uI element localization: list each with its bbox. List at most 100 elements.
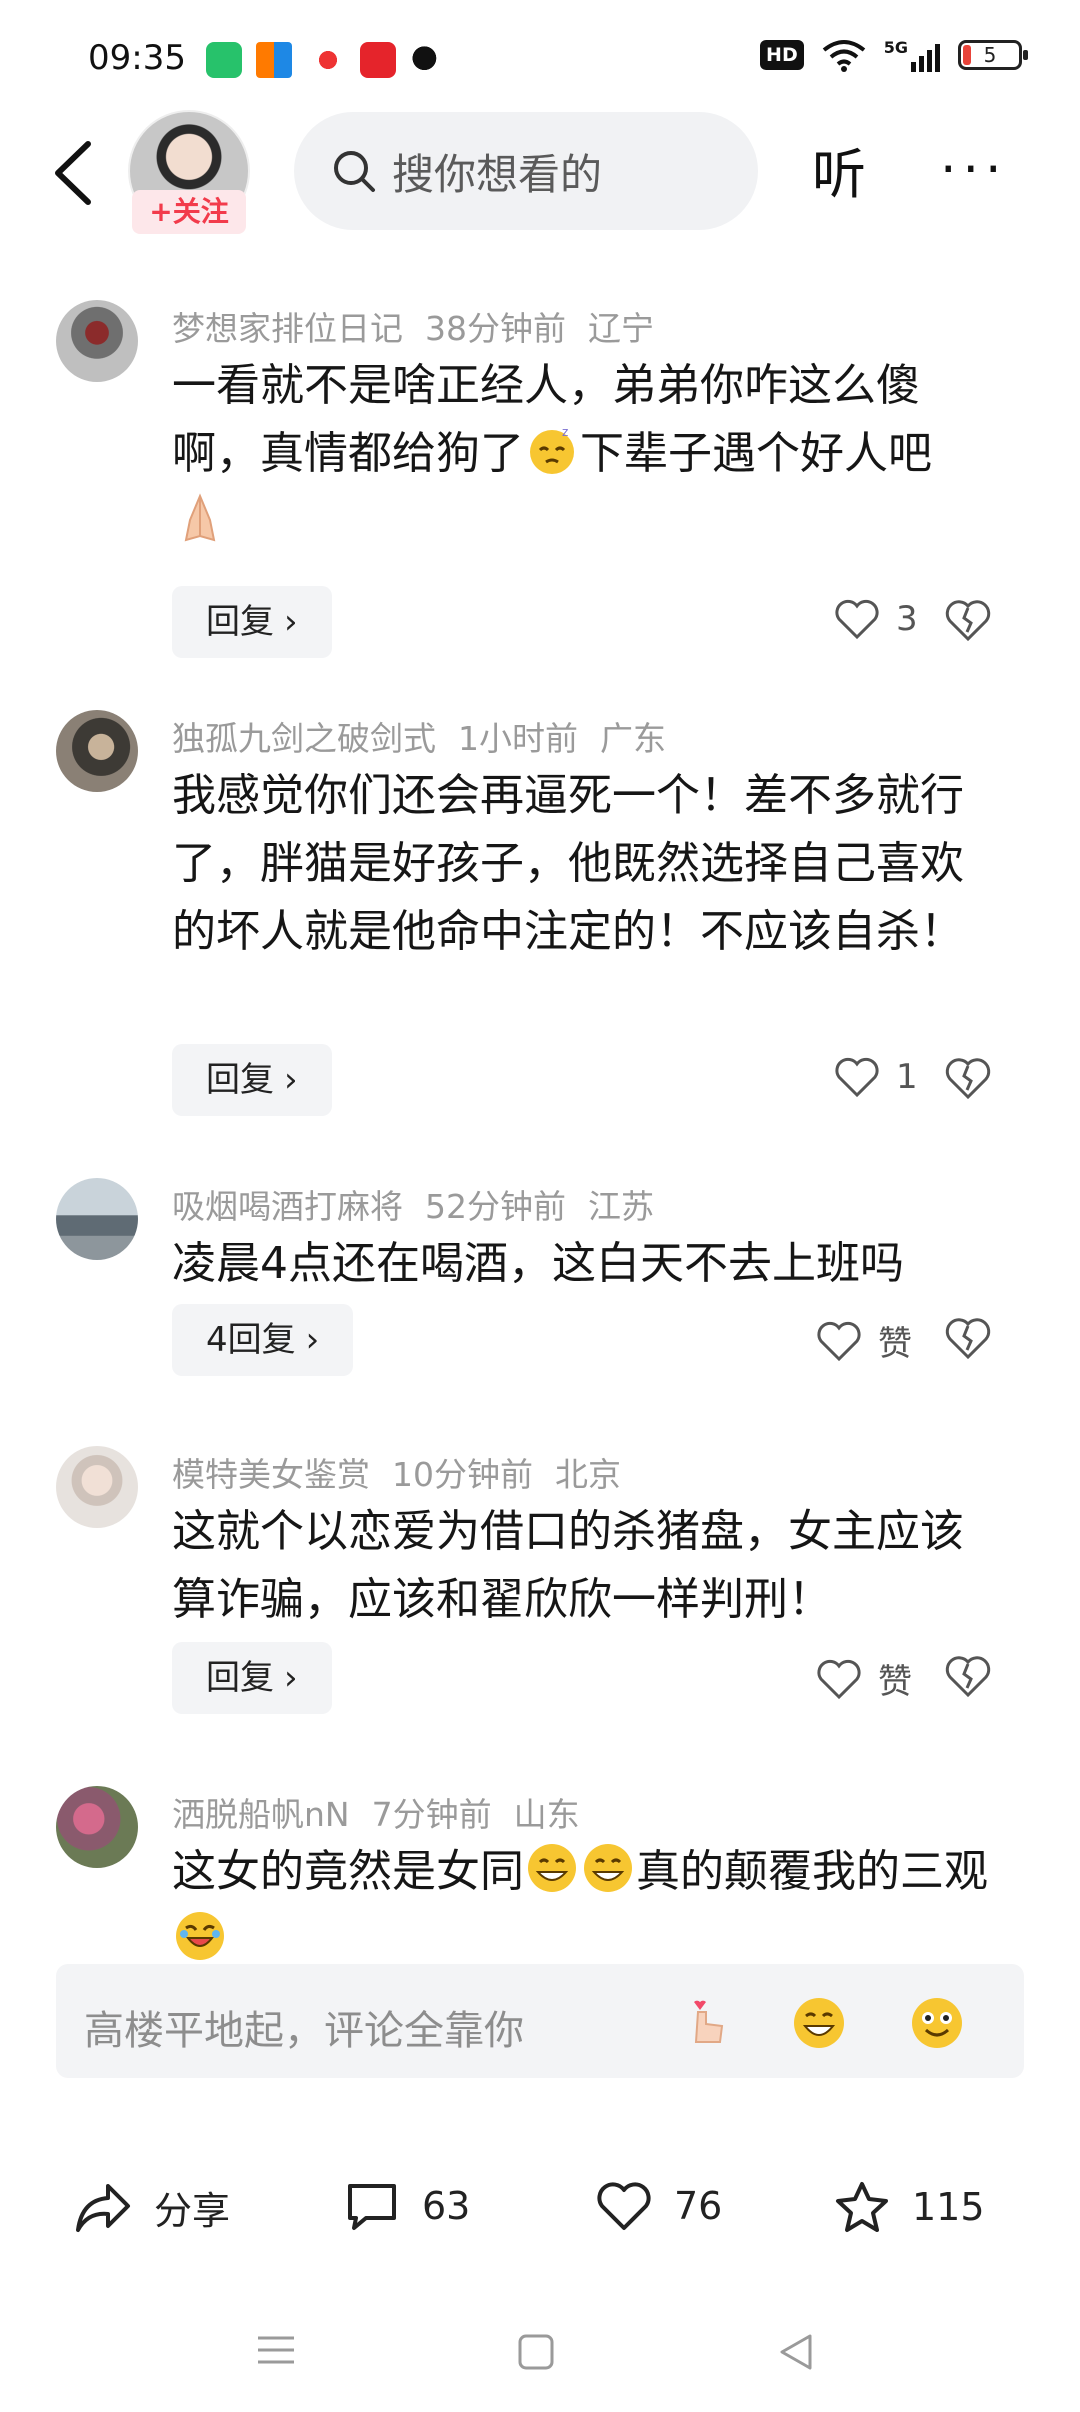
battery-icon: 5 [958, 40, 1028, 70]
like-button[interactable]: 赞 [816, 1316, 912, 1365]
praying-hands-emoji-icon [184, 493, 216, 542]
reply-button[interactable]: 4回复 › [172, 1304, 354, 1376]
chevron-right-icon: › [305, 1320, 320, 1360]
reply-button[interactable]: 回复 › [172, 1642, 332, 1714]
user-avatar[interactable] [56, 1446, 138, 1528]
chevron-right-icon: › [284, 1060, 298, 1100]
comments-button[interactable]: 63 [344, 2180, 470, 2232]
hd-badge: HD [760, 40, 804, 70]
broken-heart-icon[interactable] [944, 1314, 992, 1362]
chevron-right-icon: › [284, 602, 298, 642]
back-arrow-icon[interactable] [48, 140, 98, 206]
broken-heart-icon[interactable] [944, 1652, 992, 1700]
status-time: 09:35 [88, 38, 186, 78]
comment-time: 38分钟前 [425, 309, 566, 348]
reply-label: 回复 [206, 1658, 274, 1698]
reply-label: 4回复 [206, 1320, 296, 1360]
user-avatar[interactable] [56, 1786, 138, 1868]
like-count: 3 [896, 599, 918, 639]
grinning-face-emoji-icon [528, 1844, 576, 1892]
comment-username[interactable]: 吸烟喝酒打麻将 [172, 1187, 403, 1226]
network-label: 5G [883, 38, 908, 57]
reply-label: 回复 [206, 602, 274, 642]
svg-text:z: z [562, 425, 568, 439]
menu-nav-icon[interactable] [256, 2332, 296, 2368]
search-bar[interactable]: 搜你想看的 [294, 112, 758, 230]
battery-level: 5 [983, 43, 997, 67]
reply-button[interactable]: 回复 › [172, 1044, 332, 1116]
comment-text-part: 下辈子遇个好人吧 [580, 428, 932, 479]
comment-input-placeholder: 高楼平地起，评论全靠你 [84, 2008, 524, 2054]
like-count: 赞 [878, 1324, 912, 1364]
comment-input[interactable]: 高楼平地起，评论全靠你 [56, 1964, 1024, 2078]
comment-meta: 洒脱船帆nN 7分钟前 山东 [172, 1788, 602, 1836]
user-avatar[interactable] [56, 1178, 138, 1260]
comment-location: 广东 [600, 719, 666, 758]
user-avatar[interactable] [56, 710, 138, 792]
comment-text: 这女的竟然是女同 真的颠覆我的三观 [172, 1838, 992, 1974]
wifi-icon [822, 40, 865, 72]
home-nav-icon[interactable] [516, 2332, 556, 2372]
listen-button[interactable]: 听 [812, 130, 866, 209]
comment-meta: 梦想家排位日记 38分钟前 辽宁 [172, 302, 676, 350]
status-bar: 09:35 HD 5G 5 [0, 0, 1080, 120]
comment-username[interactable]: 模特美女鉴赏 [172, 1455, 370, 1494]
smiling-face-emoji-icon[interactable] [908, 1994, 966, 2052]
chevron-right-icon: › [284, 1658, 298, 1698]
comment-text: 一看就不是啥正经人，弟弟你咋这么傻啊，真情都给狗了 z 下辈子遇个好人吧 [172, 352, 992, 556]
grinning-face-emoji-icon[interactable] [790, 1994, 848, 2052]
likes-count: 76 [674, 2184, 723, 2228]
comment-text: 凌晨4点还在喝酒，这白天不去上班吗 [172, 1238, 904, 1289]
comment-location: 山东 [513, 1795, 580, 1834]
favorites-count: 115 [912, 2185, 985, 2229]
58-app-icon [256, 42, 292, 78]
favorite-button[interactable]: 115 [834, 2180, 985, 2234]
author-avatar[interactable]: +关注 [128, 110, 250, 234]
search-placeholder: 搜你想看的 [392, 149, 603, 199]
comment-text-part: 真的颠覆我的三观 [636, 1846, 988, 1897]
user-avatar[interactable] [56, 300, 138, 382]
comment-location: 江苏 [588, 1187, 654, 1226]
map-app-icon [310, 42, 346, 78]
star-icon [836, 2182, 888, 2232]
sleepy-face-emoji-icon: z [530, 425, 574, 474]
search-icon [334, 151, 375, 192]
broken-heart-icon[interactable] [944, 1054, 992, 1102]
comment-time: 10分钟前 [392, 1455, 533, 1494]
red-app-icon [360, 42, 396, 78]
wechat-icon [410, 42, 446, 78]
signal-icon: 5G [884, 38, 940, 72]
comment-username[interactable]: 梦想家排位日记 [172, 309, 403, 348]
comment-text: 这就个以恋爱为借口的杀猪盘，女主应该算诈骗，应该和翟欣欣一样判刑！ [172, 1506, 964, 1625]
comment-time: 52分钟前 [425, 1187, 566, 1226]
battery-app-icon [206, 42, 242, 78]
share-button[interactable]: 分享 [74, 2180, 230, 2235]
heart-icon [597, 2182, 651, 2230]
heart-icon [817, 1321, 861, 1361]
heart-icon [835, 1057, 879, 1098]
heart-icon [835, 599, 879, 640]
broken-heart-icon[interactable] [944, 596, 992, 644]
reply-button[interactable]: 回复 › [172, 586, 332, 658]
like-button[interactable]: 赞 [816, 1654, 912, 1703]
share-label: 分享 [154, 2189, 231, 2233]
back-nav-icon[interactable] [776, 2332, 816, 2372]
comment-location: 北京 [555, 1455, 621, 1494]
comment-meta: 吸烟喝酒打麻将 52分钟前 江苏 [172, 1180, 676, 1228]
system-indicators: HD 5G 5 [760, 38, 1028, 72]
comment-meta: 模特美女鉴赏 10分钟前 北京 [172, 1448, 643, 1496]
comment-username[interactable]: 洒脱船帆nN [172, 1795, 350, 1834]
finger-heart-emoji-icon[interactable] [676, 1994, 734, 2052]
share-arrow-icon [76, 2183, 130, 2232]
comment-meta: 独孤九剑之破剑式 1小时前 广东 [172, 712, 688, 760]
grinning-face-emoji-icon [584, 1844, 632, 1892]
like-button[interactable]: 1 [834, 1056, 918, 1098]
reply-label: 回复 [206, 1060, 274, 1100]
comment-username[interactable]: 独孤九剑之破剑式 [172, 719, 436, 758]
more-options-button[interactable]: ··· [940, 140, 1008, 200]
like-button[interactable]: 3 [834, 598, 918, 640]
comment-time: 7分钟前 [371, 1795, 492, 1834]
follow-button[interactable]: +关注 [132, 190, 246, 234]
like-post-button[interactable]: 76 [596, 2180, 722, 2232]
heart-icon [817, 1659, 861, 1699]
